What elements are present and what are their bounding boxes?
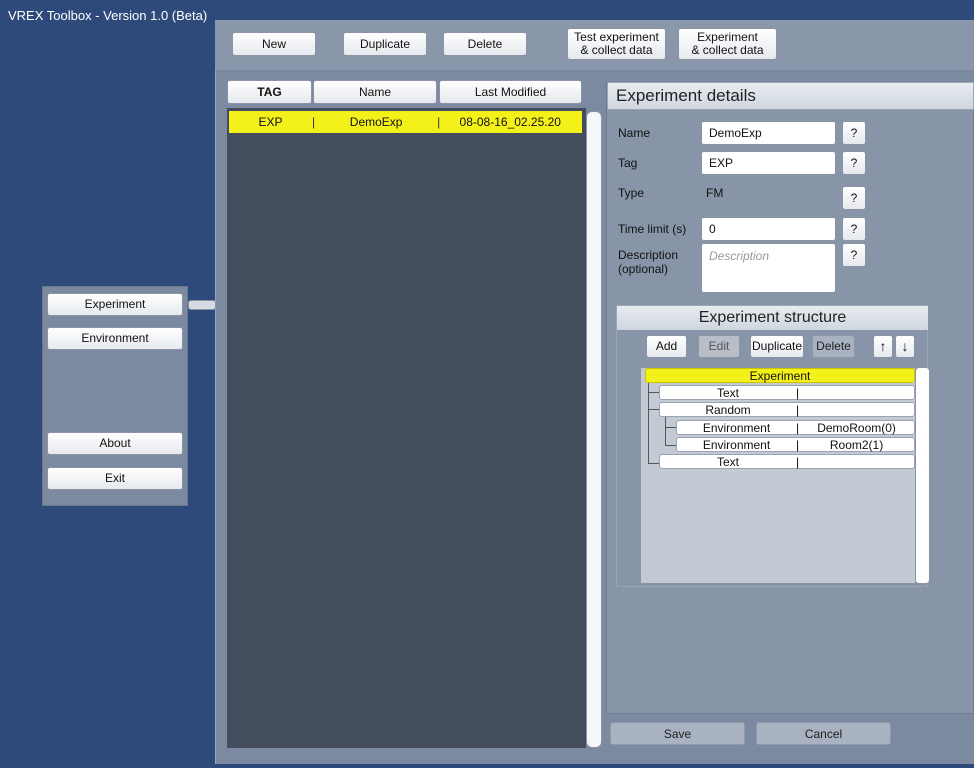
structure-heading: Experiment structure [617, 306, 928, 330]
help-time-limit-button[interactable]: ? [842, 217, 866, 241]
structure-edit-button[interactable]: Edit [698, 335, 740, 358]
tree-line [665, 417, 666, 446]
type-value: FM [706, 186, 724, 200]
tree-node-environment[interactable]: Environment | Room2(1) [676, 437, 915, 452]
help-description-button[interactable]: ? [842, 243, 866, 267]
move-down-button[interactable]: ↓ [895, 335, 915, 358]
type-label: Type [618, 186, 645, 200]
duplicate-button[interactable]: Duplicate [343, 32, 427, 56]
structure-add-button[interactable]: Add [646, 335, 687, 358]
tree-node-label: Random [705, 402, 751, 417]
tree-node-text[interactable]: Text | [659, 454, 915, 469]
nav-experiment-button[interactable]: Experiment [47, 293, 183, 316]
tag-label: Tag [618, 156, 638, 170]
tree-scrollbar[interactable] [915, 367, 930, 584]
tree-node-label: Text [716, 385, 739, 400]
column-header-tag[interactable]: TAG [227, 80, 312, 104]
experiment-collect-button[interactable]: Experiment & collect data [678, 28, 777, 60]
tree-node-random[interactable]: Random | [659, 402, 915, 417]
window-title: VREX Toolbox - Version 1.0 (Beta) [8, 8, 208, 23]
cancel-button[interactable]: Cancel [756, 722, 891, 745]
tag-field[interactable]: EXP [701, 151, 836, 175]
new-button[interactable]: New [232, 32, 316, 56]
help-name-button[interactable]: ? [842, 121, 866, 145]
tree-node-label: Environment [702, 420, 771, 435]
row-tag: EXP [258, 115, 283, 129]
tree-line [665, 445, 676, 446]
structure-duplicate-button[interactable]: Duplicate [750, 335, 804, 358]
tree-line [648, 392, 659, 393]
about-button[interactable]: About [47, 432, 183, 455]
nav-environment-button[interactable]: Environment [47, 327, 183, 350]
structure-delete-button[interactable]: Delete [812, 335, 855, 358]
tree-line [665, 427, 676, 428]
tree-node-label: Experiment [749, 368, 811, 383]
row-name: DemoExp [349, 115, 403, 129]
description-field[interactable]: Description [701, 243, 836, 293]
tree-line [648, 463, 659, 464]
help-tag-button[interactable]: ? [842, 151, 866, 175]
name-field[interactable]: DemoExp [701, 121, 836, 145]
nav-connector [188, 300, 216, 310]
tree-line [648, 383, 649, 464]
row-modified: 08-08-16_02.25.20 [459, 115, 561, 129]
tree-line [648, 409, 659, 410]
time-limit-label: Time limit (s) [618, 222, 687, 236]
tree-node-value: Room2(1) [829, 437, 884, 452]
tree-node-separator: | [796, 385, 800, 400]
tree-node-separator: | [796, 454, 800, 469]
exit-button[interactable]: Exit [47, 467, 183, 490]
name-label: Name [618, 126, 651, 140]
tree-node-value: DemoRoom(0) [817, 420, 896, 435]
tree-node-text[interactable]: Text | [659, 385, 915, 400]
table-row[interactable]: EXP | DemoExp | 08-08-16_02.25.20 [229, 111, 582, 133]
column-header-name[interactable]: Name [313, 80, 437, 104]
test-experiment-collect-button[interactable]: Test experiment & collect data [567, 28, 666, 60]
move-up-button[interactable]: ↑ [873, 335, 893, 358]
column-header-last-modified[interactable]: Last Modified [439, 80, 582, 104]
description-label: Description (optional) [618, 248, 679, 276]
tree-node-label: Environment [702, 437, 771, 452]
save-button[interactable]: Save [610, 722, 745, 745]
tree-node-separator: | [796, 402, 800, 417]
tree-node-environment[interactable]: Environment | DemoRoom(0) [676, 420, 915, 435]
delete-button[interactable]: Delete [443, 32, 527, 56]
tree-node-label: Text [716, 454, 739, 469]
experiment-list [227, 108, 586, 748]
time-limit-field[interactable]: 0 [701, 217, 836, 241]
list-scrollbar[interactable] [586, 111, 602, 748]
details-heading: Experiment details [607, 82, 974, 110]
help-type-button[interactable]: ? [842, 186, 866, 210]
tree-node-experiment[interactable]: Experiment [645, 368, 915, 383]
